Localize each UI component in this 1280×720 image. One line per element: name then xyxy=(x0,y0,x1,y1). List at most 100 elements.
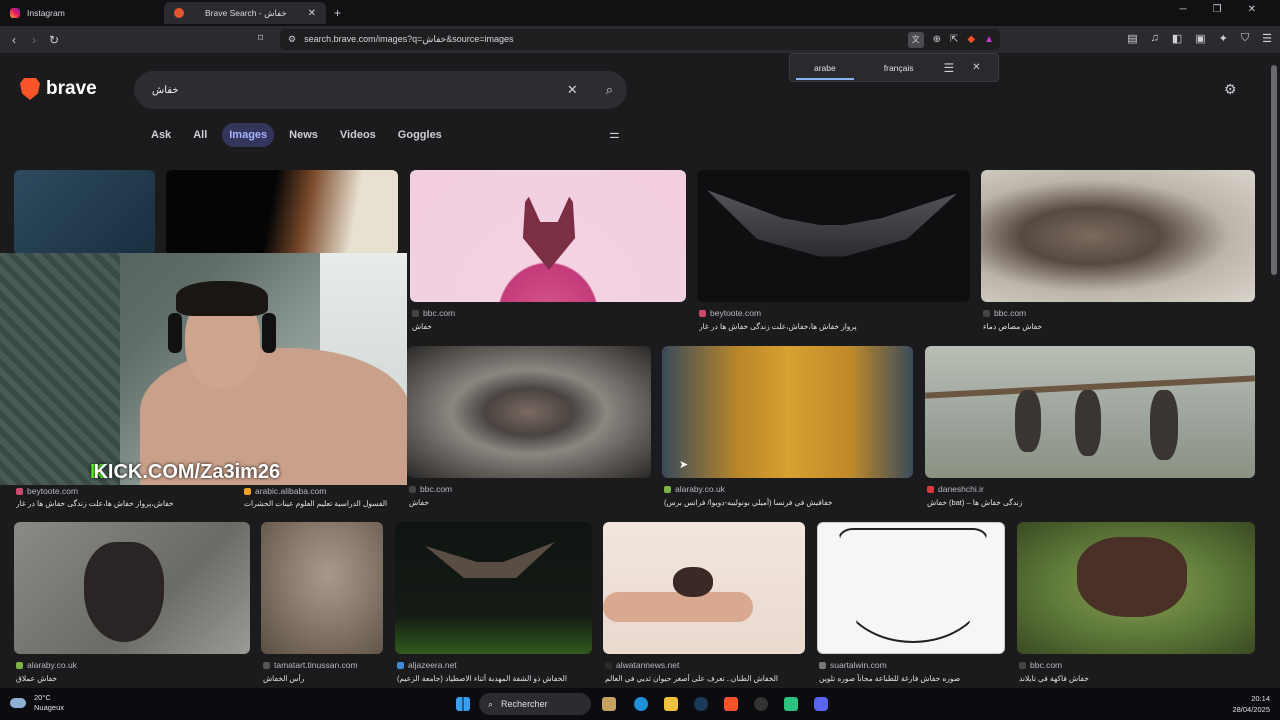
brave-logo[interactable]: brave xyxy=(20,78,97,100)
image-result[interactable]: aljazeera.net الخفاش ذو الشفة المهدبة أث… xyxy=(395,522,592,688)
steam-icon[interactable] xyxy=(694,697,708,711)
result-thumbnail xyxy=(603,522,805,654)
brave-taskbar-icon[interactable] xyxy=(724,697,738,711)
forward-icon[interactable]: › xyxy=(24,33,44,47)
tab-brave-search[interactable]: Brave Search - خفاش ✕ xyxy=(164,2,326,24)
result-source: bbc.com xyxy=(420,484,453,494)
tab-images[interactable]: Images xyxy=(222,123,275,147)
search-box[interactable]: خفاش ✕ ⌕ xyxy=(134,71,627,109)
image-result[interactable]: alwatannews.net الخفاش الطنان.. تعرف على… xyxy=(603,522,805,688)
translate-target-lang[interactable]: français xyxy=(860,53,938,82)
result-thumbnail xyxy=(261,522,383,654)
image-result[interactable]: bbc.com خفاش xyxy=(407,346,651,511)
edge-icon[interactable] xyxy=(634,697,648,711)
windows-start-icon[interactable] xyxy=(456,697,470,711)
clock-time: 20:14 xyxy=(1251,694,1270,703)
result-caption: خفاش،پرواز خفاش ها،علت زندگی خفاش ها در … xyxy=(16,499,174,508)
cloud-icon xyxy=(10,698,26,708)
tab-goggles[interactable]: Goggles xyxy=(391,123,449,147)
bookmark-icon[interactable]: ⌑ xyxy=(258,33,263,44)
result-caption: پرواز خفاش ها،خفاش،علت زندگی خفاش ها در … xyxy=(699,322,857,331)
new-tab-button[interactable]: + xyxy=(334,6,341,20)
result-caption: خفاش مصاص دماء xyxy=(983,322,1043,331)
result-caption: الخفاش الطنان.. تعرف على أصغر حيوان ثديي… xyxy=(605,674,779,683)
result-caption: خفاش xyxy=(412,322,432,331)
image-result[interactable]: bbc.com خفاش فاكهة في تايلاند xyxy=(1017,522,1255,688)
translate-close-icon[interactable]: ✕ xyxy=(972,62,980,73)
system-clock[interactable]: 20:14 28/04/2025 xyxy=(1232,693,1270,715)
image-result[interactable]: alaraby.co.uk خفاش عملاق xyxy=(14,522,250,688)
address-bar[interactable]: ⚙ search.brave.com/images?q=خفاش&source=… xyxy=(280,29,1000,50)
brave-shields-icon[interactable]: ◆ xyxy=(967,34,975,45)
close-tab-icon[interactable]: ✕ xyxy=(308,8,316,19)
scrollbar[interactable] xyxy=(1268,53,1280,688)
tab-instagram[interactable]: Instagram xyxy=(0,2,162,24)
image-result[interactable]: arabic.alibaba.com الفسول الدراسية تعليم… xyxy=(242,482,402,512)
menu-icon[interactable]: ☰ xyxy=(1262,32,1272,45)
media-icon[interactable]: ♫ xyxy=(1151,32,1159,45)
weather-temp: 20°C xyxy=(34,693,51,702)
image-result-hidden-1[interactable] xyxy=(14,170,155,255)
settings-icon[interactable]: ⚙ xyxy=(1224,81,1237,98)
leo-ai-icon[interactable]: ✦ xyxy=(1219,32,1228,45)
search-input[interactable]: خفاش xyxy=(152,85,567,96)
tab-news[interactable]: News xyxy=(282,123,325,147)
result-caption: صوره خفاش فارغة للطباعة مجاناً صوره تلوي… xyxy=(819,674,961,683)
app-icon[interactable] xyxy=(784,697,798,711)
tab-ask[interactable]: Ask xyxy=(144,123,178,147)
image-result-hidden-2[interactable] xyxy=(166,170,398,255)
result-source: suartalwin.com xyxy=(830,660,887,670)
kick-channel: KICK.COM/Za3im26 xyxy=(93,461,281,483)
image-result[interactable]: tamatart.tinussan.com رأس الخفاش xyxy=(261,522,383,688)
result-source: bbc.com xyxy=(1030,660,1063,670)
vpn-icon[interactable]: ⛉ xyxy=(1241,32,1249,45)
result-caption: الخفاش ذو الشفة المهدبة أثناء الاصطياد (… xyxy=(397,674,567,683)
wallet-icon[interactable]: ▣ xyxy=(1195,32,1205,45)
sidebar-icon[interactable]: ◧ xyxy=(1172,32,1182,45)
translate-menu-icon[interactable]: ☰ xyxy=(944,61,955,75)
back-icon[interactable]: ‹ xyxy=(4,33,24,47)
result-source: alaraby.co.uk xyxy=(27,660,77,670)
tab-all[interactable]: All xyxy=(186,123,214,147)
result-thumbnail xyxy=(14,522,250,654)
result-thumbnail xyxy=(981,170,1255,302)
image-result[interactable]: suartalwin.com صوره خفاش فارغة للطباعة م… xyxy=(817,522,1005,688)
result-thumbnail xyxy=(662,346,913,478)
widgets-icon[interactable] xyxy=(602,697,616,711)
result-source: arabic.alibaba.com xyxy=(255,486,327,496)
taskbar-search-label: Rechercher xyxy=(501,699,548,709)
translate-source-lang[interactable]: arabe xyxy=(790,53,860,82)
minimize-icon[interactable]: ─ xyxy=(1180,4,1187,15)
close-window-icon[interactable]: ✕ xyxy=(1248,4,1256,15)
search-icon: ⌕ xyxy=(488,698,494,709)
result-thumbnail xyxy=(925,346,1255,478)
result-source: alaraby.co.uk xyxy=(675,484,725,494)
result-source: daneshchi.ir xyxy=(938,484,984,494)
zoom-icon[interactable]: ⊕ xyxy=(933,34,941,45)
image-result[interactable]: bbc.com خفاش xyxy=(410,170,686,335)
image-result[interactable]: alaraby.co.uk خفافيش في فرنسا (أميلي بون… xyxy=(662,346,913,511)
image-result[interactable]: beytoote.com خفاش،پرواز خفاش ها،علت زندگ… xyxy=(14,482,239,512)
tab-videos[interactable]: Videos xyxy=(333,123,383,147)
window-controls: ─ ❐ ✕ xyxy=(1180,4,1256,15)
image-result[interactable]: beytoote.com پرواز خفاش ها،خفاش،علت زندگ… xyxy=(697,170,970,335)
weather-widget[interactable]: 20°C Nuageux xyxy=(10,693,64,713)
brave-rewards-icon[interactable]: ▲ xyxy=(984,34,994,45)
clear-icon[interactable]: ✕ xyxy=(567,82,578,98)
sidebar-panel-icon[interactable]: ▤ xyxy=(1127,32,1137,45)
image-result[interactable]: daneshchi.ir خفاش (bat) – زندگی خفاش ها xyxy=(925,346,1255,511)
filter-icon[interactable]: ⚌ xyxy=(609,127,620,141)
file-explorer-icon[interactable] xyxy=(664,697,678,711)
search-icon[interactable]: ⌕ xyxy=(606,82,613,98)
translate-icon[interactable]: 文 xyxy=(907,31,924,48)
reload-icon[interactable]: ↻ xyxy=(44,33,64,47)
site-info-icon[interactable]: ⚙ xyxy=(288,34,296,45)
share-icon[interactable]: ⇱ xyxy=(950,34,958,45)
discord-icon[interactable] xyxy=(814,697,828,711)
taskbar-search[interactable]: ⌕ Rechercher xyxy=(479,693,591,715)
tab-bar: Instagram Brave Search - خفاش ✕ + ─ ❐ ✕ xyxy=(0,0,1280,26)
image-result[interactable]: bbc.com خفاش مصاص دماء xyxy=(981,170,1255,335)
scrollbar-thumb[interactable] xyxy=(1271,65,1277,275)
restore-icon[interactable]: ❐ xyxy=(1213,4,1222,15)
obs-icon[interactable] xyxy=(754,697,768,711)
